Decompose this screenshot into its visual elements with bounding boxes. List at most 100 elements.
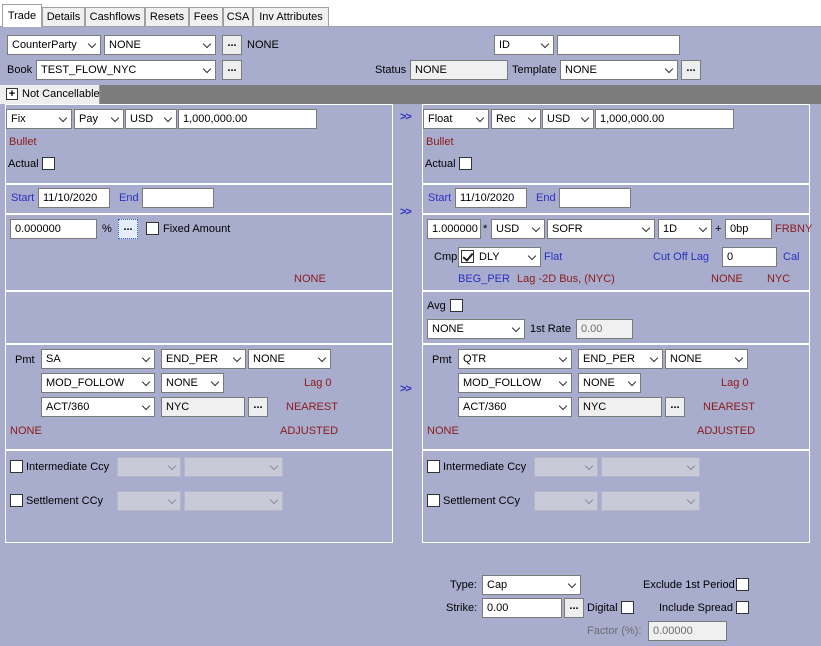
bottom-none-label: NONE xyxy=(10,425,42,437)
factor-label: Factor (%): xyxy=(587,625,642,637)
intermediate-ccy-checkbox[interactable] xyxy=(10,460,23,473)
index-ccy-select[interactable]: USD xyxy=(491,219,545,239)
tab-strip: Trade Details Cashflows Resets Fees CSA … xyxy=(0,0,821,28)
fixed-amount-label: Fixed Amount xyxy=(163,223,231,235)
counterparty-lookup-button[interactable]: ... xyxy=(222,35,242,55)
index-multiplier-input[interactable]: 1.000000 xyxy=(427,219,481,239)
tab-details[interactable]: Details xyxy=(42,7,85,27)
tab-inv-attributes[interactable]: Inv Attributes xyxy=(253,7,329,27)
start-date-input[interactable]: 11/10/2020 xyxy=(38,188,110,208)
cap-type-select[interactable]: Cap xyxy=(482,575,581,595)
digital-checkbox[interactable] xyxy=(621,601,634,614)
intermediate-ccy-label: Intermediate Ccy xyxy=(26,461,110,473)
tab-fees[interactable]: Fees xyxy=(189,7,223,27)
calendar-lookup-button[interactable]: ... xyxy=(665,397,685,417)
pay-rec-select[interactable]: Pay xyxy=(74,109,124,129)
settlement-ccy-checkbox[interactable] xyxy=(427,494,440,507)
end-label: End xyxy=(536,192,556,204)
tab-csa[interactable]: CSA xyxy=(223,7,253,27)
id-input[interactable] xyxy=(557,35,680,55)
currency-select[interactable]: USD xyxy=(542,109,594,129)
copy-leg-arrows[interactable]: >> xyxy=(400,111,412,123)
settlement-ccy-select xyxy=(117,491,181,511)
pmt-period-select[interactable]: END_PER xyxy=(578,349,663,369)
reset-none-label: NONE xyxy=(711,273,743,285)
trade-form: CounterParty NONE ... NONE ID Book TEST_… xyxy=(0,27,821,646)
pmt-freq-select[interactable]: SA xyxy=(41,349,155,369)
template-select[interactable]: NONE xyxy=(560,60,678,80)
notional-input[interactable]: 1,000,000.00 xyxy=(178,109,317,129)
avg-checkbox[interactable] xyxy=(450,299,463,312)
template-lookup-button[interactable]: ... xyxy=(681,60,701,80)
pmt-freq-select[interactable]: QTR xyxy=(458,349,572,369)
settlement-ccy-label: Settlement CCy xyxy=(26,495,104,507)
cutoff-lag-label: Cut Off Lag xyxy=(653,251,710,263)
id-type-select[interactable]: ID xyxy=(494,35,554,55)
settlement-ccy-checkbox[interactable] xyxy=(10,494,23,507)
intermediate-ccy-label: Intermediate Ccy xyxy=(443,461,527,473)
avg-label: Avg xyxy=(427,300,446,312)
template-label: Template xyxy=(512,64,557,76)
not-cancellable-toggle[interactable]: + Not Cancellable xyxy=(0,85,100,104)
include-spread-checkbox[interactable] xyxy=(736,601,749,614)
notional-input[interactable]: 1,000,000.00 xyxy=(595,109,734,129)
leg-type-select[interactable]: Float xyxy=(423,109,489,129)
copy-dates-arrows[interactable]: >> xyxy=(400,206,412,218)
intermediate-ccy-detail-select xyxy=(601,457,700,477)
book-lookup-button[interactable]: ... xyxy=(222,60,242,80)
roll-extra-select[interactable]: NONE xyxy=(161,373,224,393)
fixed-rate-input[interactable]: 0.000000 xyxy=(10,219,97,239)
daycount-select[interactable]: ACT/360 xyxy=(41,397,155,417)
book-select[interactable]: TEST_FLOW_NYC xyxy=(36,60,216,80)
calendar-input[interactable]: NYC xyxy=(578,397,662,417)
pmt-extra-select[interactable]: NONE xyxy=(665,349,748,369)
cmp-checkbox[interactable] xyxy=(461,250,474,263)
settlement-ccy-select xyxy=(534,491,598,511)
lag-label: Lag 0 xyxy=(304,377,332,389)
actual-checkbox[interactable] xyxy=(459,157,472,170)
roll-extra-select[interactable]: NONE xyxy=(578,373,641,393)
factor-input: 0.00000 xyxy=(648,621,727,641)
avg-method-select[interactable]: NONE xyxy=(427,319,525,339)
bottom-none-label: NONE xyxy=(427,425,459,437)
counterparty-select[interactable]: NONE xyxy=(104,35,216,55)
strike-lookup-button[interactable]: ... xyxy=(564,598,584,618)
first-rate-input: 0.00 xyxy=(576,319,633,339)
spread-input[interactable]: 0bp xyxy=(725,219,772,239)
divider xyxy=(6,213,392,215)
tenor-select[interactable]: 1D xyxy=(658,219,712,239)
start-date-input[interactable]: 11/10/2020 xyxy=(455,188,527,208)
daycount-select[interactable]: ACT/360 xyxy=(458,397,572,417)
rate-lookup-button[interactable]: ... xyxy=(118,219,138,239)
expand-plus-icon[interactable]: + xyxy=(6,88,18,100)
tab-trade[interactable]: Trade xyxy=(2,4,42,27)
currency-select[interactable]: USD xyxy=(125,109,177,129)
exclude-first-period-checkbox[interactable] xyxy=(736,578,749,591)
end-date-input[interactable] xyxy=(559,188,631,208)
end-date-input[interactable] xyxy=(142,188,214,208)
fixed-amount-checkbox[interactable] xyxy=(146,222,159,235)
end-label: End xyxy=(119,192,139,204)
leg-type-select[interactable]: Fix xyxy=(6,109,72,129)
pmt-extra-select[interactable]: NONE xyxy=(248,349,331,369)
roll-convention-select[interactable]: MOD_FOLLOW xyxy=(41,373,155,393)
index-select[interactable]: SOFR xyxy=(547,219,655,239)
actual-label: Actual xyxy=(8,158,39,170)
roll-convention-select[interactable]: MOD_FOLLOW xyxy=(458,373,572,393)
pay-rec-select[interactable]: Rec xyxy=(491,109,541,129)
lag-label: Lag 0 xyxy=(721,377,749,389)
intermediate-ccy-checkbox[interactable] xyxy=(427,460,440,473)
calendar-input[interactable]: NYC xyxy=(161,397,245,417)
intermediate-ccy-detail-select xyxy=(184,457,283,477)
tab-resets[interactable]: Resets xyxy=(145,7,189,27)
copy-pmt-arrows[interactable]: >> xyxy=(400,383,412,395)
counterparty-type-select[interactable]: CounterParty xyxy=(7,35,101,55)
pmt-label: Pmt xyxy=(432,354,452,366)
tab-cashflows[interactable]: Cashflows xyxy=(85,7,145,27)
settlement-ccy-detail-select xyxy=(184,491,283,511)
strike-input[interactable]: 0.00 xyxy=(482,598,562,618)
pmt-period-select[interactable]: END_PER xyxy=(161,349,246,369)
actual-checkbox[interactable] xyxy=(42,157,55,170)
cutoff-lag-input[interactable]: 0 xyxy=(722,247,777,267)
calendar-lookup-button[interactable]: ... xyxy=(248,397,268,417)
